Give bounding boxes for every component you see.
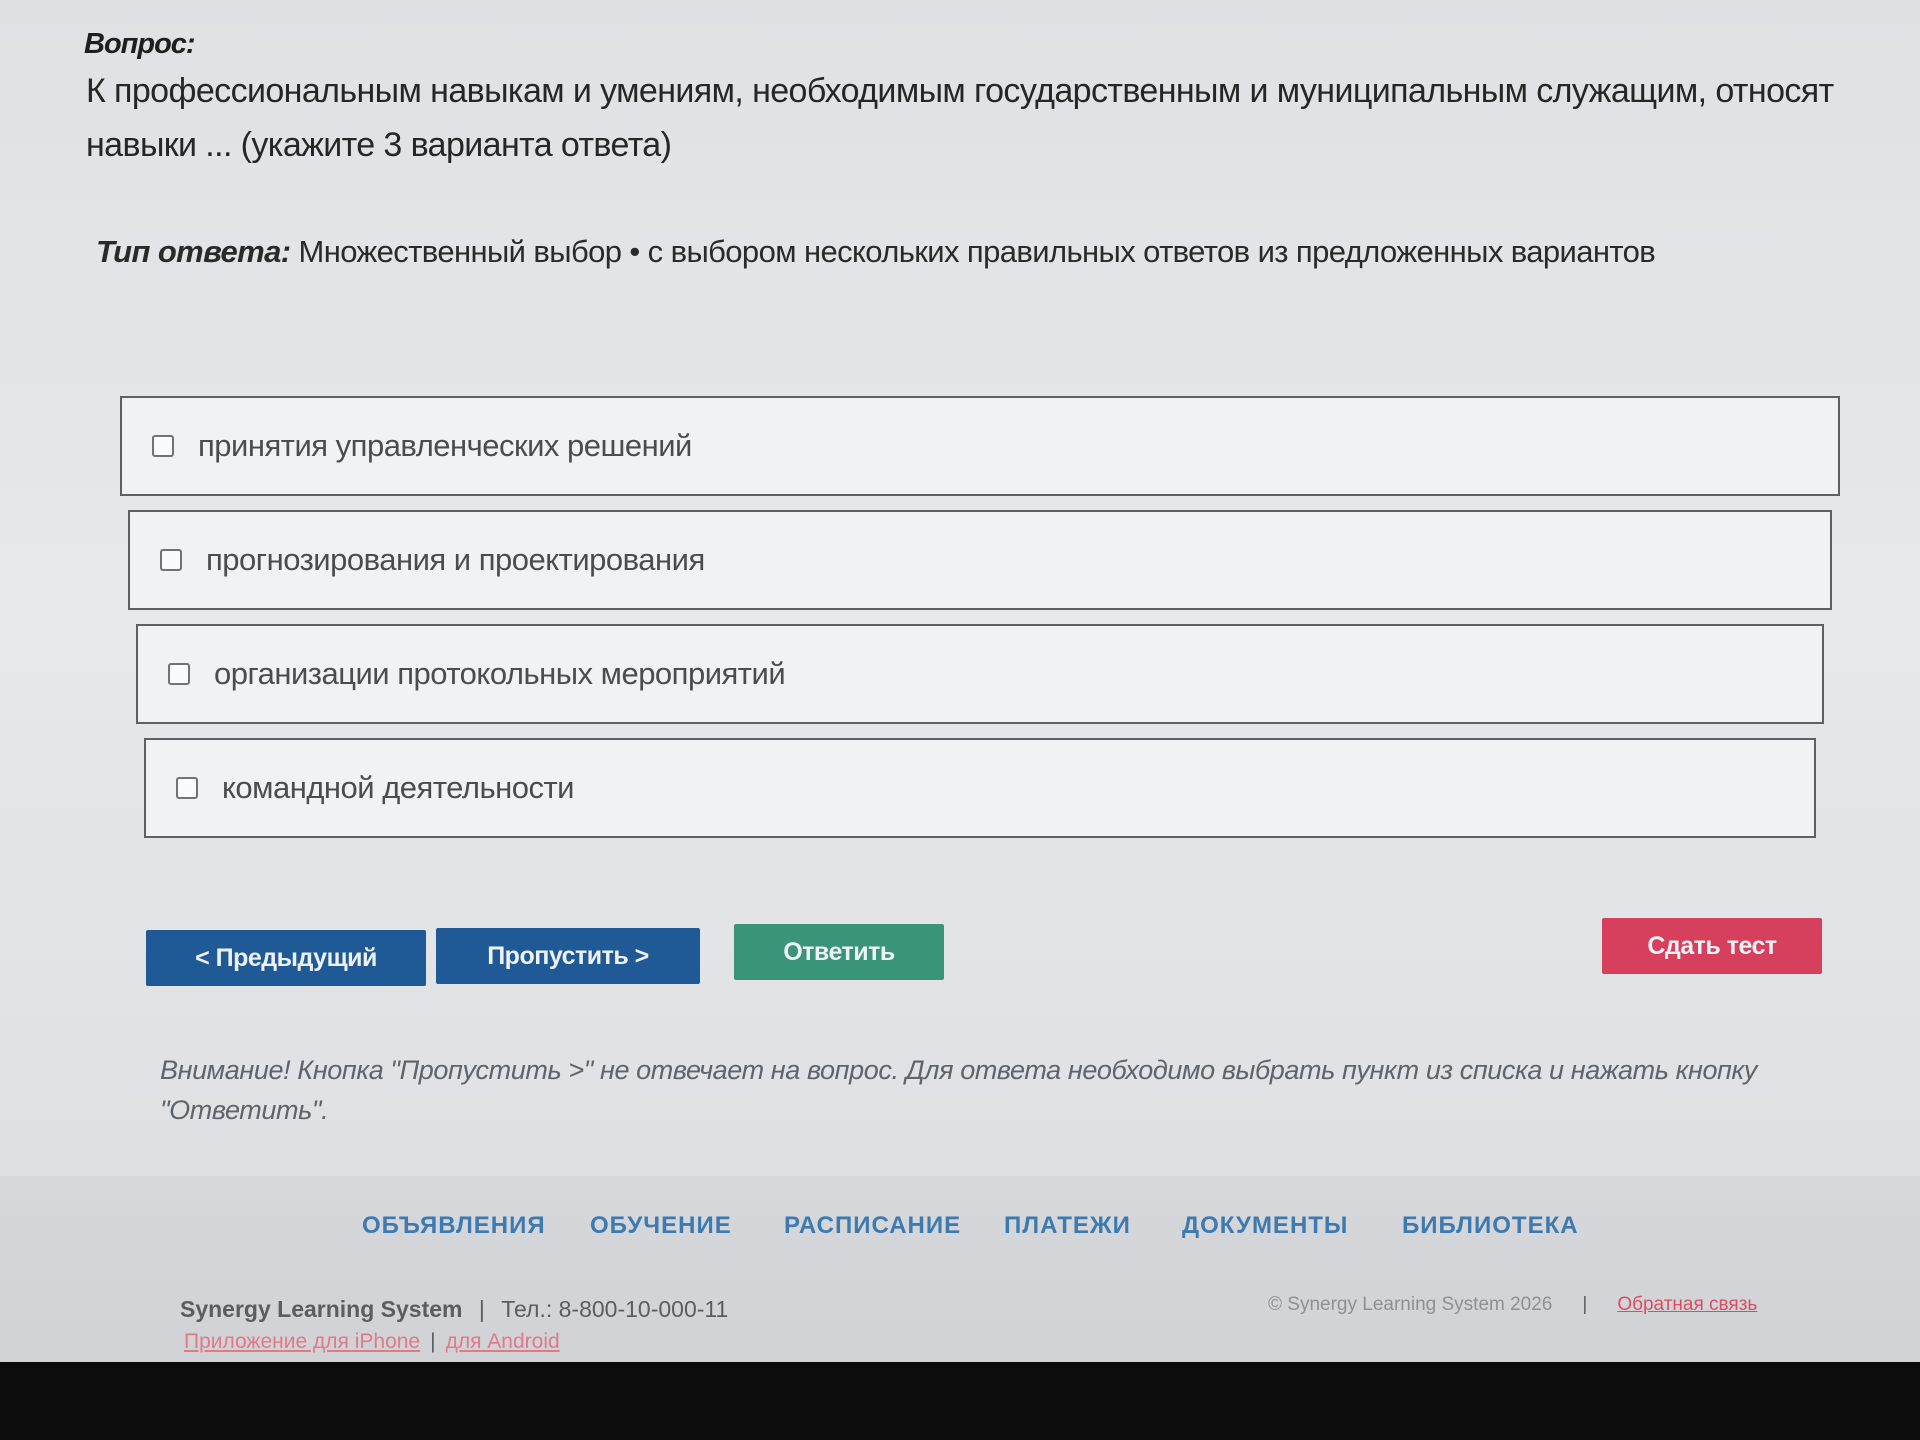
footer-copyright: © Synergy Learning System 2026 | Обратная … xyxy=(1268,1294,1757,1316)
footer-brand: Synergy Learning System | Тел.: 8-800-10… xyxy=(180,1296,728,1323)
footer: ОБЪЯВЛЕНИЯ ОБУЧЕНИЕ РАСПИСАНИЕ ПЛАТЕЖИ Д… xyxy=(0,1176,1920,1362)
nav-documents[interactable]: ДОКУМЕНТЫ xyxy=(1182,1212,1348,1240)
nav-announcements[interactable]: ОБЪЯВЛЕНИЯ xyxy=(362,1212,546,1240)
previous-button[interactable]: < Предыдущий xyxy=(146,930,426,986)
nav-payments[interactable]: ПЛАТЕЖИ xyxy=(1004,1212,1131,1240)
warning-text: Внимание! Кнопка "Пропустить >" не отвеч… xyxy=(160,1055,1757,1125)
copyright-text: © Synergy Learning System 2026 xyxy=(1268,1294,1553,1315)
iphone-app-link[interactable]: Приложение для iPhone xyxy=(184,1330,420,1353)
answer-type-label: Тип ответа: xyxy=(96,234,291,269)
option-label: принятия управленческих решений xyxy=(198,428,692,463)
option-label: организации протокольных мероприятий xyxy=(214,656,786,691)
option-label: командной деятельности xyxy=(222,770,575,805)
option-3[interactable]: организации протокольных мероприятий xyxy=(136,624,1824,724)
app-separator: | xyxy=(430,1330,436,1353)
feedback-link[interactable]: Обратная связь xyxy=(1617,1294,1757,1315)
nav-library[interactable]: БИБЛИОТЕКА xyxy=(1402,1212,1579,1240)
option-label: прогнозирования и проектирования xyxy=(206,542,705,577)
skip-button[interactable]: Пропустить > xyxy=(436,928,700,984)
answer-type-value: Множественный выбор • с выбором нескольк… xyxy=(298,234,1656,269)
app-links: Приложение для iPhone | для Android xyxy=(184,1330,560,1354)
phone-number: Тел.: 8-800-10-000-11 xyxy=(501,1296,729,1322)
checkbox[interactable] xyxy=(176,777,198,799)
answer-type: Тип ответа: Множественный выбор • с выбо… xyxy=(96,234,1856,270)
checkbox[interactable] xyxy=(168,663,190,685)
submit-test-button[interactable]: Сдать тест xyxy=(1602,918,1822,974)
nav-schedule[interactable]: РАСПИСАНИЕ xyxy=(784,1212,961,1240)
test-page: Вопрос: К профессиональным навыкам и уме… xyxy=(0,0,1920,1362)
brand-name: Synergy Learning System xyxy=(180,1296,463,1322)
android-app-link[interactable]: для Android xyxy=(446,1330,560,1353)
question-label: Вопрос: xyxy=(84,28,196,60)
brand-separator: | xyxy=(478,1296,485,1322)
option-2[interactable]: прогнозирования и проектирования xyxy=(128,510,1832,610)
checkbox[interactable] xyxy=(160,549,182,571)
option-1[interactable]: принятия управленческих решений xyxy=(120,396,1840,496)
nav-education[interactable]: ОБУЧЕНИЕ xyxy=(590,1212,732,1240)
copyright-separator: | xyxy=(1582,1294,1588,1315)
question-text: К профессиональным навыкам и умениям, не… xyxy=(86,72,1834,164)
option-4[interactable]: командной деятельности xyxy=(144,738,1816,838)
answer-button[interactable]: Ответить xyxy=(734,924,944,980)
checkbox[interactable] xyxy=(152,435,174,457)
